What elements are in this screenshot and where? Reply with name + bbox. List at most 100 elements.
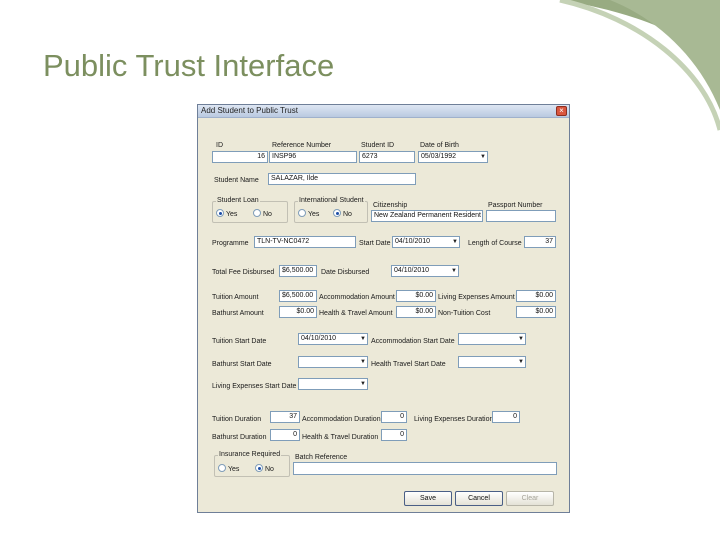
insurance-required-label: Insurance Required: [218, 451, 282, 459]
date-of-birth-picker[interactable]: 05/03/1992 ▼: [418, 151, 488, 163]
reference-number-label: Reference Number: [272, 142, 332, 149]
batch-reference-field[interactable]: [293, 462, 557, 475]
accommodation-amount-label: Accommodation Amount: [319, 294, 395, 301]
radio-selected-icon: [255, 464, 263, 472]
radio-unselected-icon: [218, 464, 226, 472]
student-loan-group: Student Loan Yes No: [212, 197, 288, 223]
date-disbursed-label: Date Disbursed: [321, 269, 370, 276]
close-icon[interactable]: ×: [556, 106, 567, 116]
living-expenses-amount-label: Living Expenses Amount: [438, 294, 515, 301]
chevron-down-icon[interactable]: ▼: [360, 379, 366, 389]
citizenship-label: Citizenship: [373, 202, 408, 209]
student-loan-label: Student Loan: [216, 197, 260, 205]
student-name-field[interactable]: SALAZAR, Ilde: [268, 173, 416, 185]
accommodation-duration-label: Accommodation Duration: [302, 416, 381, 423]
insurance-yes-radio[interactable]: Yes: [218, 464, 239, 474]
radio-selected-icon: [333, 209, 341, 217]
date-disbursed-picker[interactable]: 04/10/2010 ▼: [391, 265, 459, 277]
id-field[interactable]: 16: [212, 151, 268, 163]
insurance-no-radio[interactable]: No: [255, 464, 274, 474]
slide-title: Public Trust Interface: [43, 48, 335, 83]
passport-number-label: Passport Number: [488, 202, 543, 209]
insurance-required-group: Insurance Required Yes No: [214, 451, 290, 477]
bathurst-amount-field[interactable]: $0.00: [279, 306, 317, 318]
health-travel-amount-field[interactable]: $0.00: [396, 306, 436, 318]
chevron-down-icon[interactable]: ▼: [480, 152, 486, 162]
chevron-down-icon[interactable]: ▼: [518, 357, 524, 367]
radio-selected-icon: [216, 209, 224, 217]
student-loan-no-label: No: [263, 211, 272, 218]
bathurst-amount-label: Bathurst Amount: [212, 310, 264, 317]
tuition-start-date-label: Tuition Start Date: [212, 338, 267, 345]
add-student-dialog: Add Student to Public Trust × ID 16 Refe…: [197, 104, 570, 513]
passport-number-field[interactable]: [486, 210, 556, 222]
reference-number-field[interactable]: INSP96: [269, 151, 357, 163]
cancel-button[interactable]: Cancel: [455, 491, 503, 506]
international-no-radio[interactable]: No: [333, 209, 352, 219]
non-tuition-cost-label: Non-Tuition Cost: [438, 310, 491, 317]
chevron-down-icon[interactable]: ▼: [451, 266, 457, 276]
start-date-picker[interactable]: 04/10/2010 ▼: [392, 236, 460, 248]
length-of-course-field[interactable]: 37: [524, 236, 556, 248]
health-travel-duration-label: Health & Travel Duration: [302, 434, 379, 441]
living-expenses-duration-label: Living Expenses Duration: [414, 416, 494, 423]
dialog-title: Add Student to Public Trust: [201, 106, 298, 115]
living-expenses-amount-field[interactable]: $0.00: [516, 290, 556, 302]
living-expenses-start-date-label: Living Expenses Start Date: [212, 383, 297, 390]
citizenship-field[interactable]: New Zealand Permanent Resident: [371, 210, 483, 222]
programme-label: Programme: [212, 240, 249, 247]
accommodation-start-date-picker[interactable]: ▼: [458, 333, 526, 345]
clear-button[interactable]: Clear: [506, 491, 554, 506]
health-travel-duration-field[interactable]: 0: [381, 429, 407, 441]
start-date-label: Start Date: [359, 240, 391, 247]
student-id-field[interactable]: 6273: [359, 151, 415, 163]
tuition-amount-label: Tuition Amount: [212, 294, 259, 301]
chevron-down-icon[interactable]: ▼: [360, 334, 366, 344]
tuition-start-date-value: 04/10/2010: [301, 335, 337, 342]
accommodation-amount-field[interactable]: $0.00: [396, 290, 436, 302]
international-student-label: International Student: [298, 197, 365, 205]
batch-reference-label: Batch Reference: [295, 454, 348, 461]
start-date-value: 04/10/2010: [395, 238, 431, 245]
health-travel-start-date-picker[interactable]: ▼: [458, 356, 526, 368]
programme-field[interactable]: TLN-TV-NC0472: [254, 236, 356, 248]
living-expenses-start-date-picker[interactable]: ▼: [298, 378, 368, 390]
student-loan-yes-label: Yes: [226, 211, 238, 218]
tuition-start-date-picker[interactable]: 04/10/2010 ▼: [298, 333, 368, 345]
chevron-down-icon[interactable]: ▼: [360, 357, 366, 367]
student-name-label: Student Name: [214, 177, 259, 184]
non-tuition-cost-field[interactable]: $0.00: [516, 306, 556, 318]
length-of-course-label: Length of Course: [468, 240, 522, 247]
date-disbursed-value: 04/10/2010: [394, 267, 430, 274]
bathurst-duration-label: Bathurst Duration: [212, 434, 267, 441]
insurance-no-label: No: [265, 466, 274, 473]
living-expenses-duration-field[interactable]: 0: [492, 411, 520, 423]
bathurst-start-date-picker[interactable]: ▼: [298, 356, 368, 368]
total-fee-field[interactable]: $6,500.00: [279, 265, 317, 277]
international-yes-label: Yes: [308, 211, 320, 218]
bathurst-duration-field[interactable]: 0: [270, 429, 300, 441]
tuition-amount-field[interactable]: $6,500.00: [279, 290, 317, 302]
chevron-down-icon[interactable]: ▼: [518, 334, 524, 344]
accommodation-start-date-label: Accommodation Start Date: [371, 338, 455, 345]
save-button[interactable]: Save: [404, 491, 452, 506]
student-loan-no-radio[interactable]: No: [253, 209, 272, 219]
id-label: ID: [216, 142, 223, 149]
international-student-group: International Student Yes No: [294, 197, 368, 223]
date-of-birth-label: Date of Birth: [420, 142, 459, 149]
health-travel-start-date-label: Health Travel Start Date: [371, 361, 446, 368]
insurance-yes-label: Yes: [228, 466, 240, 473]
international-no-label: No: [343, 211, 352, 218]
student-loan-yes-radio[interactable]: Yes: [216, 209, 237, 219]
total-fee-label: Total Fee Disbursed: [212, 269, 275, 276]
student-id-label: Student ID: [361, 142, 395, 149]
dialog-titlebar: Add Student to Public Trust ×: [198, 105, 569, 118]
tuition-duration-label: Tuition Duration: [212, 416, 262, 423]
chevron-down-icon[interactable]: ▼: [452, 237, 458, 247]
bathurst-start-date-label: Bathurst Start Date: [212, 361, 272, 368]
tuition-duration-field[interactable]: 37: [270, 411, 300, 423]
radio-unselected-icon: [253, 209, 261, 217]
international-yes-radio[interactable]: Yes: [298, 209, 319, 219]
accommodation-duration-field[interactable]: 0: [381, 411, 407, 423]
health-travel-amount-label: Health & Travel Amount: [319, 310, 393, 317]
